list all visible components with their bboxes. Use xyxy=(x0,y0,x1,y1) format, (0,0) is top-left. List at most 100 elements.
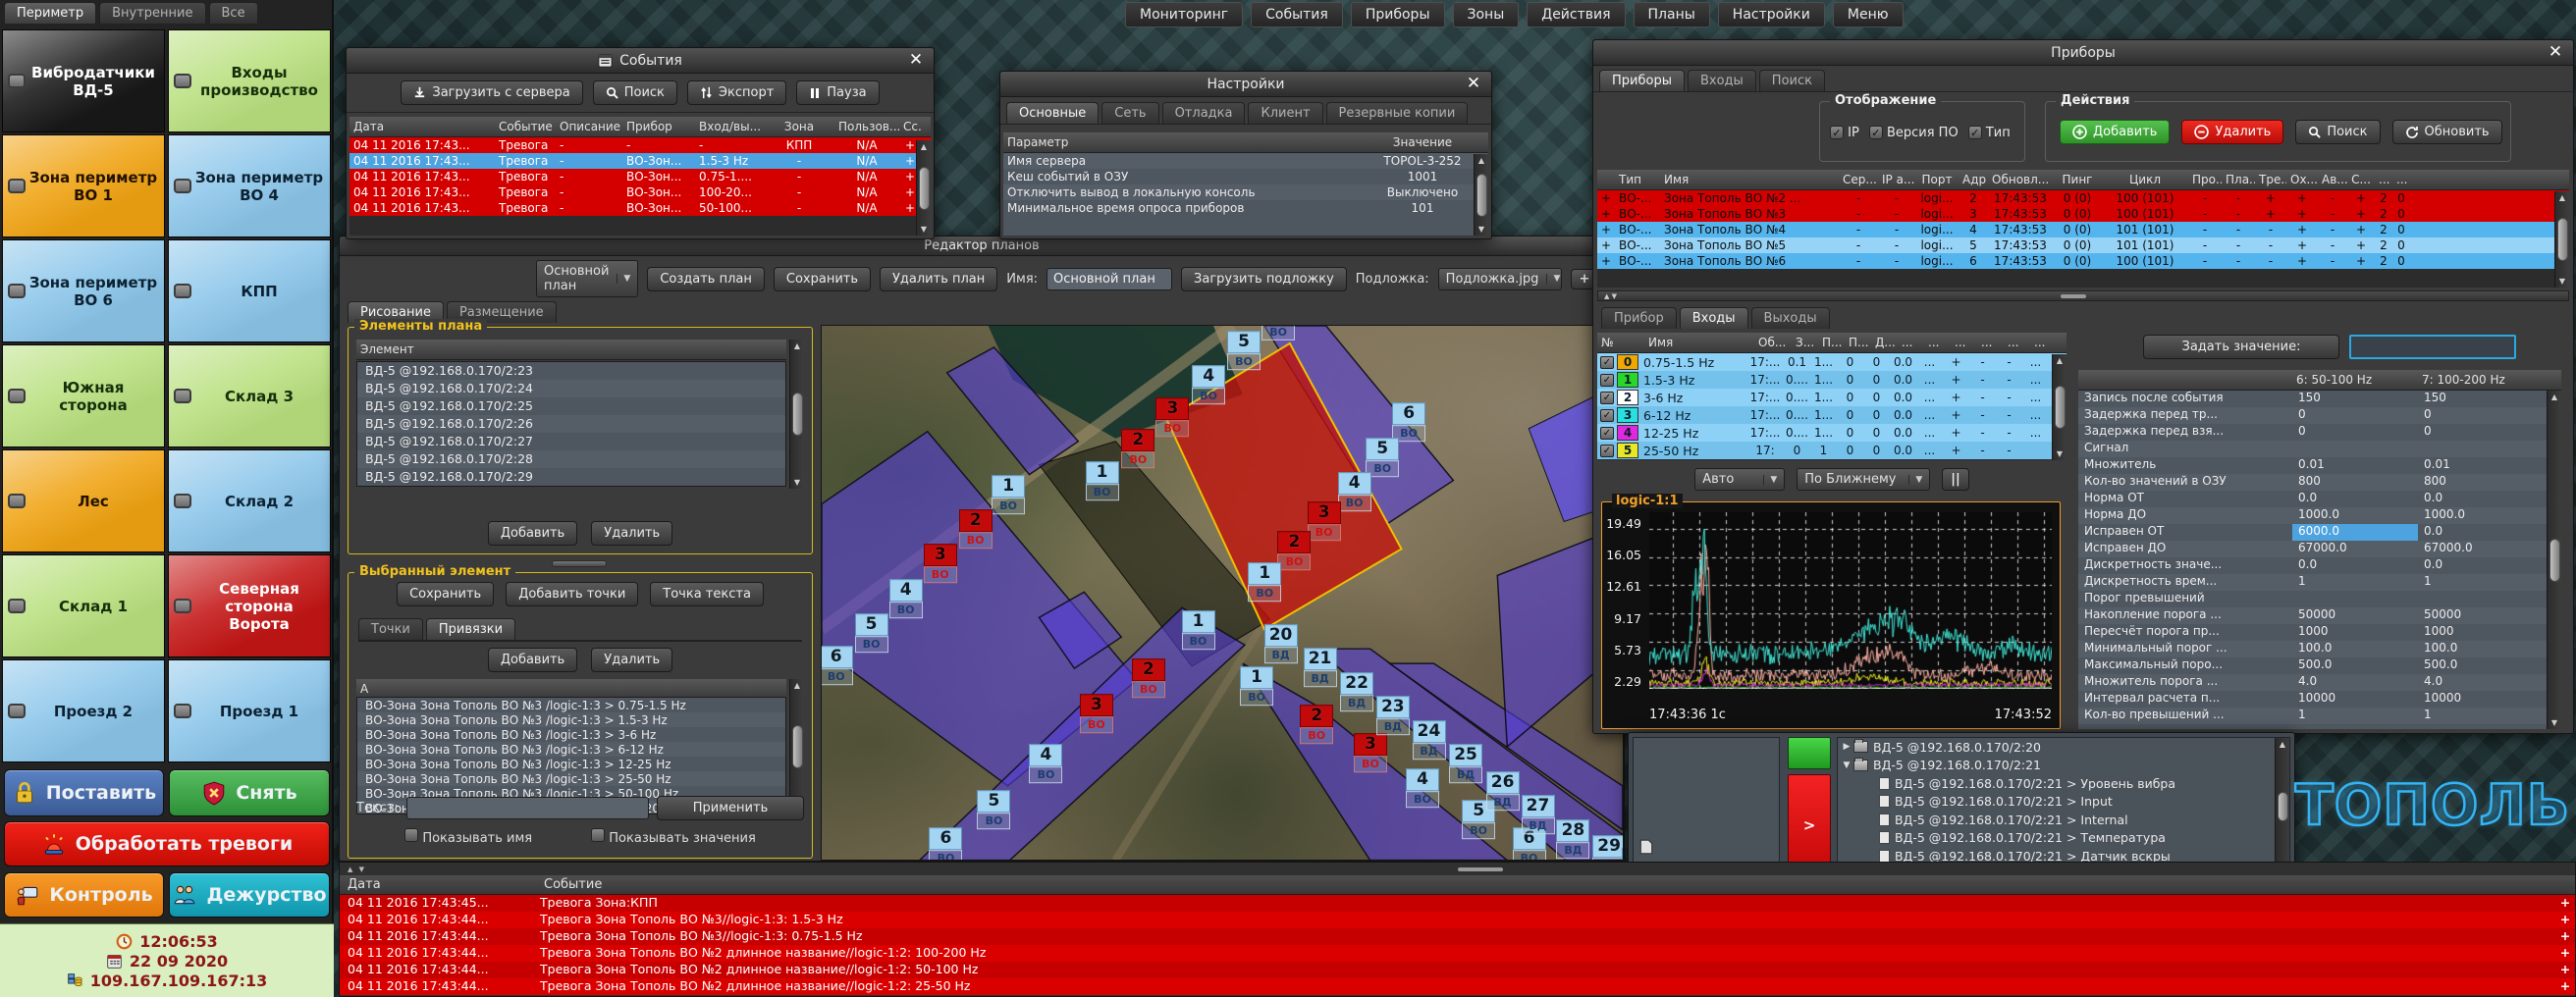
zone-tile[interactable]: Проезд 1 xyxy=(168,659,331,762)
list-item[interactable]: ВД-5 @192.168.0.170/2:29 xyxy=(357,468,785,486)
set-value-button[interactable]: Задать значение: xyxy=(2143,335,2339,359)
zone-checkbox[interactable] xyxy=(8,389,26,403)
zone-checkbox[interactable] xyxy=(174,284,191,298)
bindings-remove-button[interactable]: Удалить xyxy=(591,648,672,672)
zone-tile[interactable]: Входы производство xyxy=(168,29,331,132)
devices-titlebar[interactable]: Приборы✕ xyxy=(1593,40,2573,66)
elements-add-button[interactable]: Добавить xyxy=(488,521,577,546)
load-underlay-button[interactable]: Загрузить подложку xyxy=(1181,267,1347,291)
tree-expander[interactable]: ▼ xyxy=(1840,761,1853,770)
zone-tile[interactable]: Склад 1 xyxy=(2,554,165,657)
parameter-row[interactable]: Норма ДО 1000.0 1000.0 xyxy=(2078,507,2561,524)
device-search-button[interactable]: Поиск xyxy=(2295,120,2380,144)
parameter-value-1[interactable]: 67000.0 xyxy=(2292,541,2418,557)
process-alarms-button[interactable]: Обработать тревоги xyxy=(4,821,330,866)
map-zone-badge[interactable]: 2 ВО xyxy=(1277,531,1311,570)
chart-pause-button[interactable]: || xyxy=(1942,468,1969,491)
menu-item[interactable]: События xyxy=(1251,2,1343,27)
tree-vscrollbar[interactable]: ▲▼ xyxy=(2275,738,2289,874)
map-zone-badge[interactable]: 4 ВО xyxy=(889,579,923,618)
parameter-value-1[interactable]: 0.0 xyxy=(2292,491,2418,507)
parameter-value-2[interactable]: 0 xyxy=(2418,424,2544,441)
map-zone-badge[interactable]: 4 ВО xyxy=(1406,768,1439,808)
parameter-value-2[interactable]: 1 xyxy=(2418,708,2544,724)
parameter-row[interactable]: Задержка перед тр... 0 0 xyxy=(2078,407,2561,424)
settings-tab[interactable]: Клиент xyxy=(1248,102,1322,124)
device-sub-tab[interactable]: Прибор xyxy=(1601,307,1677,329)
parameter-value-2[interactable]: 0.0 xyxy=(2418,557,2544,574)
zone-checkbox[interactable] xyxy=(174,704,191,718)
input-row[interactable]: ✓ 3 6-12 Hz 17:...0....1...000.0...+--..… xyxy=(1597,406,2066,424)
underlay-select[interactable]: Подложка.jpg▼ xyxy=(1438,268,1562,290)
settings-tab[interactable]: Резервные копии xyxy=(1326,102,1469,124)
zone-checkbox[interactable] xyxy=(8,74,26,88)
settings-scrollbar[interactable]: ▲▼ xyxy=(1474,154,1488,236)
add-points-button[interactable]: Добавить точки xyxy=(506,582,638,606)
map-zone-badge[interactable]: 4 ВО xyxy=(1029,745,1062,784)
tree-item[interactable]: ВД-5 @192.168.0.170/2:21 > Уровень вибра xyxy=(1838,774,2289,793)
points-bindings-tab[interactable]: Точки xyxy=(358,618,423,640)
zone-tile[interactable]: Вибродатчики ВД-5 xyxy=(2,29,165,132)
log-row[interactable]: 04 11 2016 17:43:44... Тревога Зона Топо… xyxy=(340,962,2575,978)
list-item[interactable]: ВО-Зона Зона Тополь ВО №3 /logic-1:3 > 6… xyxy=(357,742,785,757)
parameter-row[interactable]: Порог превышений xyxy=(2078,591,2561,607)
device-scrollbar[interactable]: ▲▼ xyxy=(2554,191,2569,288)
input-checkbox[interactable]: ✓ xyxy=(1600,409,1614,422)
parameter-value-2[interactable] xyxy=(2418,591,2544,607)
settings-table-header[interactable]: ПараметрЗначение xyxy=(1003,132,1488,153)
parameter-value-1[interactable]: 1 xyxy=(2292,708,2418,724)
parameter-value-1[interactable]: 800 xyxy=(2292,474,2418,491)
settings-titlebar[interactable]: Настройки✕ xyxy=(1000,72,1491,97)
map-zone-badge[interactable]: 24 ВД xyxy=(1413,720,1446,760)
input-row[interactable]: ✓ 4 12-25 Hz 17:...0....1...000.0...+--.… xyxy=(1597,424,2066,442)
parameter-row[interactable]: Множитель 0.01 0.01 xyxy=(2078,457,2561,474)
list-item[interactable]: ВО-Зона Зона Тополь ВО №3 /logic-1:3 > 1… xyxy=(357,757,785,771)
menu-item[interactable]: Мониторинг xyxy=(1125,2,1243,27)
zone-checkbox[interactable] xyxy=(8,179,26,193)
show-name-checkbox[interactable]: Показывать имя xyxy=(404,828,532,846)
log-row[interactable]: 04 11 2016 17:43:44... Тревога Зона Топо… xyxy=(340,978,2575,995)
list-item[interactable]: ВД-5 @192.168.0.170/2:23 xyxy=(357,362,785,380)
map-zone-badge[interactable]: 6 ВО xyxy=(1392,402,1425,442)
parameter-value-2[interactable]: 1000.0 xyxy=(2418,507,2544,524)
input-row[interactable]: ✓ 2 3-6 Hz 17:...0....1...000.0...+--... xyxy=(1597,389,2066,406)
create-plan-button[interactable]: Создать план xyxy=(647,267,765,291)
device-row[interactable]: +ВО-...Зона Тополь ВО №4--logi...417:43:… xyxy=(1597,222,2569,237)
pause-button[interactable]: Пауза xyxy=(796,80,879,105)
event-row[interactable]: 04 11 2016 17:43...Тревога-ВО-Зон...100-… xyxy=(349,184,931,200)
settings-row[interactable]: Минимальное время опроса приборов101 xyxy=(1003,200,1488,216)
map-zone-badge[interactable]: 29 ВД xyxy=(1592,835,1624,861)
parameter-row[interactable]: Интервал расчета п... 10000 10000 xyxy=(2078,691,2561,708)
device-row[interactable]: +ВО-...Зона Тополь ВО №5--logi...517:43:… xyxy=(1597,237,2569,253)
input-row[interactable]: ✓ 1 1.5-3 Hz 17:...0....1...000.0...+--.… xyxy=(1597,371,2066,389)
tree-expander[interactable]: ▶ xyxy=(1840,742,1853,752)
log-expand[interactable]: + xyxy=(2555,962,2575,978)
map-zone-badge[interactable]: 5 ВО xyxy=(855,613,888,653)
parameter-value-2[interactable]: 500.0 xyxy=(2418,657,2544,674)
tree-item[interactable]: ▶ ВД-5 @192.168.0.170/2:20 xyxy=(1838,738,2289,757)
parameters-scrollbar[interactable]: ▲▼ xyxy=(2547,391,2561,729)
map-zone-badge[interactable]: 4 ВО xyxy=(1338,472,1371,511)
log-expand[interactable]: + xyxy=(2555,978,2575,995)
parameter-row[interactable]: Кол-во значений в ОЗУ 800 800 xyxy=(2078,474,2561,491)
map-zone-badge[interactable]: 2 ВО xyxy=(1132,659,1165,699)
add-device-button[interactable]: Добавить xyxy=(2060,120,2170,144)
parameter-value-1[interactable]: 0.01 xyxy=(2292,457,2418,474)
map-zone-badge[interactable]: 3 ВО xyxy=(924,545,957,584)
zone-tile[interactable]: Северная сторона Ворота xyxy=(168,554,331,657)
parameter-row[interactable]: Дискретность значе... 0.0 0.0 xyxy=(2078,557,2561,574)
zone-tile[interactable]: Склад 2 xyxy=(168,449,331,552)
parameter-value-1[interactable]: 10000 xyxy=(2292,691,2418,708)
zone-tile[interactable]: Склад 3 xyxy=(168,344,331,447)
device-table-header[interactable]: ТипИмяСер...IP а...ПортАдрОбновл...ПингЦ… xyxy=(1597,170,2569,190)
zone-tile[interactable]: Зона периметр ВО 6 xyxy=(2,239,165,342)
list-item[interactable]: ВД-5 @192.168.0.170/2:24 xyxy=(357,380,785,397)
list-item[interactable]: ВО-Зона Зона Тополь ВО №3 /logic-1:3 > 3… xyxy=(357,727,785,742)
map-zone-badge[interactable]: 2 ВО xyxy=(1300,705,1333,744)
tree-item[interactable]: ВД-5 @192.168.0.170/2:21 > Температура xyxy=(1838,829,2289,848)
tree-item[interactable]: ВД-5 @192.168.0.170/2:21 > Internal xyxy=(1838,811,2289,829)
input-checkbox[interactable]: ✓ xyxy=(1600,427,1614,440)
map-zone-badge[interactable]: 2 ВО xyxy=(959,509,993,549)
menu-item[interactable]: Действия xyxy=(1527,2,1625,27)
elements-list[interactable]: ВД-5 @192.168.0.170/2:23ВД-5 @192.168.0.… xyxy=(356,361,786,487)
